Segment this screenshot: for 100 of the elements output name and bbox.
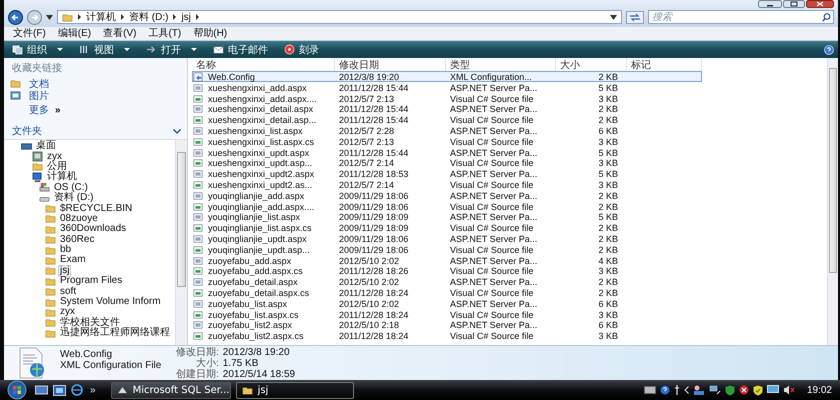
desktop-icon[interactable] xyxy=(35,384,48,396)
tree-item[interactable]: zyx xyxy=(46,152,63,162)
file-date: 2012/5/7 2:28 xyxy=(338,126,396,136)
path-segment[interactable]: 计算机 xyxy=(86,10,116,24)
tree-item[interactable]: zyx xyxy=(59,307,76,318)
browser-icon[interactable] xyxy=(71,384,83,396)
tree-item[interactable]: 公用 xyxy=(46,162,68,172)
page-file-icon xyxy=(193,234,203,244)
file-row[interactable]: youqinglianjie_list.aspx.cs 2009/11/29 18:09 Visual C# Source file 2 KB xyxy=(192,222,702,233)
file-row[interactable]: zuoyefabu_detail.aspx.cs 2011/12/28 18:24 Visual C# Source file 2 KB xyxy=(192,286,702,298)
help-icon[interactable] xyxy=(660,385,670,395)
back-button[interactable] xyxy=(8,10,23,24)
tree-item[interactable]: soft xyxy=(59,286,78,297)
file-row[interactable]: xueshengxinxi_updt.aspx 2011/12/28 15:44 ASP.NET Server Pa... 5 KB xyxy=(192,146,702,158)
file-size: 2 KB xyxy=(597,244,619,255)
help-icon[interactable] xyxy=(824,44,834,54)
tree-item[interactable]: Exam xyxy=(59,255,87,266)
tree-item[interactable]: 计算机 xyxy=(46,172,78,182)
toolbar-button[interactable]: 电子邮件 xyxy=(209,42,272,57)
collapse-chevron-icon[interactable] xyxy=(173,128,181,134)
file-name: Web.Config xyxy=(60,349,114,360)
file-type: ASP.NET Server Pa... xyxy=(449,190,538,201)
security-icon[interactable] xyxy=(752,384,763,396)
file-row[interactable]: xueshengxinxi_detail.asp... 2011/12/28 15:44 Visual C# Source file 2 KB xyxy=(192,114,702,125)
scrollbar[interactable] xyxy=(175,140,187,345)
property-value: 2012/3/8 19:20 xyxy=(222,347,291,358)
file-row[interactable]: zuoyefabu_list.aspx 2012/5/10 2:02 ASP.NET Server Pa... 6 KB xyxy=(192,298,702,309)
taskbar-button[interactable]: jsj xyxy=(236,382,354,398)
file-row[interactable]: youqinglianjie_add.aspx.... 2009/11/29 18:06 Visual C# Source file 2 KB xyxy=(192,200,702,212)
file-row[interactable]: xueshengxinxi_updt2.as... 2012/5/7 2:14 Visual C# Source file 3 KB xyxy=(192,178,702,190)
menu-item[interactable]: 查看(V) xyxy=(98,28,142,40)
path-segment[interactable]: jsj xyxy=(181,12,191,22)
windows-icon[interactable] xyxy=(53,384,66,396)
file-row[interactable]: zuoyefabu_list.aspx.cs 2011/12/28 18:24 Visual C# Source file 3 KB xyxy=(192,308,702,320)
address-bar[interactable]: 计算机 资料 (D:) jsj xyxy=(57,10,622,24)
dropdown-arrow-icon[interactable] xyxy=(46,14,53,20)
file-row[interactable]: xueshengxinxi_detail.aspx 2011/12/28 15:44 ASP.NET Server Pa... 2 KB xyxy=(192,103,702,114)
file-row[interactable]: youqinglianjie_updt.asp... 2009/11/29 18:06 Visual C# Source file 2 KB xyxy=(192,244,702,255)
search-field[interactable]: 搜索 xyxy=(648,10,834,24)
file-row[interactable]: zuoyefabu_add.aspx.cs 2011/12/28 18:26 Visual C# Source file 3 KB xyxy=(192,265,702,276)
tree-item[interactable]: bb xyxy=(59,245,72,256)
menu-item[interactable]: 帮助(H) xyxy=(188,28,232,40)
file-date: 2012/5/10 2:18 xyxy=(338,320,400,330)
tree-item[interactable]: 桌面 xyxy=(35,141,57,152)
file-row[interactable]: youqinglianjie_list.aspx 2009/11/29 18:09 ASP.NET Server Pa... 5 KB xyxy=(192,211,702,222)
tree-item[interactable]: 资料 (D:) xyxy=(53,193,94,204)
file-row[interactable]: zuoyefabu_detail.aspx 2012/5/10 2:02 ASP.NET Server Pa... 2 KB xyxy=(192,276,702,287)
toolbar-button[interactable]: 打开 xyxy=(142,42,201,57)
more-button[interactable]: » xyxy=(90,384,96,396)
file-type: ASP.NET Server Pa... xyxy=(449,148,538,158)
file-row[interactable]: xueshengxinxi_updt2.aspx 2011/12/28 18:53 ASP.NET Server Pa... 5 KB xyxy=(192,168,702,179)
file-row[interactable]: youqinglianjie_add.aspx 2009/11/29 18:06 ASP.NET Server Pa... 2 KB xyxy=(192,190,702,201)
tree-item[interactable]: 08zuoye xyxy=(59,214,99,224)
file-row[interactable]: zuoyefabu_add.aspx 2012/5/10 2:02 ASP.NET Server Pa... 4 KB xyxy=(192,254,702,266)
shield-icon[interactable] xyxy=(724,384,735,396)
menu-item[interactable]: 编辑(E) xyxy=(52,28,96,40)
tree-item[interactable]: 360Rec xyxy=(59,234,96,245)
favorite-link[interactable]: 文档 xyxy=(29,76,49,90)
file-row[interactable]: xueshengxinxi_updt.asp... 2012/5/7 2:14 Visual C# Source file 3 KB xyxy=(192,157,702,168)
volume-muted-icon[interactable] xyxy=(782,385,795,395)
refresh-button[interactable] xyxy=(626,10,644,24)
tree-item[interactable]: 360Downloads xyxy=(59,224,128,234)
file-row[interactable]: Web.Config 2012/3/8 19:20 XML Configuration... 2 KB xyxy=(192,71,702,82)
file-row[interactable]: youqinglianjie_updt.aspx 2009/11/29 18:06 ASP.NET Server Pa... 2 KB xyxy=(192,232,702,244)
taskbar-button[interactable]: Microsoft SQL Ser... xyxy=(110,382,231,398)
toolbar-button[interactable]: 视图 xyxy=(75,42,134,57)
forward-button[interactable] xyxy=(27,10,42,24)
tree-item[interactable]: Program Files xyxy=(59,276,124,286)
file-row[interactable]: zuoyefabu_list2.aspx 2012/5/10 2:18 ASP.NET Server Pa... 6 KB xyxy=(192,319,702,330)
file-row[interactable]: zuoyefabu_list2.aspx.cs 2011/12/28 18:24 Visual C# Source file 3 KB xyxy=(192,330,702,341)
file-row[interactable]: xueshengxinxi_list.aspx.cs 2012/5/7 2:13 Visual C# Source file 3 KB xyxy=(192,136,702,147)
close-button[interactable] xyxy=(806,0,834,8)
file-type: XML Configuration File xyxy=(60,360,162,371)
tree-item[interactable]: $RECYCLE.BIN xyxy=(59,204,134,214)
maximize-button[interactable] xyxy=(783,0,805,8)
tree-item[interactable]: OS (C:) xyxy=(53,182,89,193)
folder-icon xyxy=(45,306,56,318)
page-file-icon xyxy=(193,277,203,288)
menu-item[interactable]: 工具(T) xyxy=(143,28,186,40)
minimize-button[interactable] xyxy=(758,0,782,8)
tree-item[interactable]: 学校相关文件 xyxy=(59,318,121,328)
more-link[interactable]: 更多 xyxy=(29,103,49,117)
chevron-icon[interactable] xyxy=(684,386,689,394)
scrollbar[interactable] xyxy=(827,58,838,345)
tree-item[interactable]: 迅捷网络工程师网络课程 xyxy=(59,328,171,338)
menu-item[interactable]: 文件(F) xyxy=(8,28,51,40)
file-row[interactable]: xueshengxinxi_add.aspx 2011/12/28 15:44 ASP.NET Server Pa... 5 KB xyxy=(192,82,702,93)
file-row[interactable]: xueshengxinxi_list.aspx 2012/5/7 2:28 ASP.NET Server Pa... 6 KB xyxy=(192,124,702,136)
file-row[interactable]: xueshengxinxi_add.aspx.... 2012/5/7 2:13 Visual C# Source file 3 KB xyxy=(192,92,702,104)
toolbar-button[interactable]: 组织 xyxy=(8,42,67,57)
keyboard-icon[interactable] xyxy=(644,386,656,394)
favorite-link[interactable]: 图片 xyxy=(29,88,49,102)
monitor-icon[interactable] xyxy=(766,385,779,395)
error-icon[interactable] xyxy=(738,385,749,395)
dropdown-arrow-icon[interactable] xyxy=(610,14,617,20)
path-segment[interactable]: 资料 (D:) xyxy=(129,10,168,24)
tree-item[interactable]: jsj xyxy=(58,264,72,277)
tree-item[interactable]: System Volume Inform xyxy=(59,297,162,308)
toolbar-button[interactable]: 刻录 xyxy=(280,42,323,57)
chevron-icon[interactable]: » xyxy=(55,104,61,116)
